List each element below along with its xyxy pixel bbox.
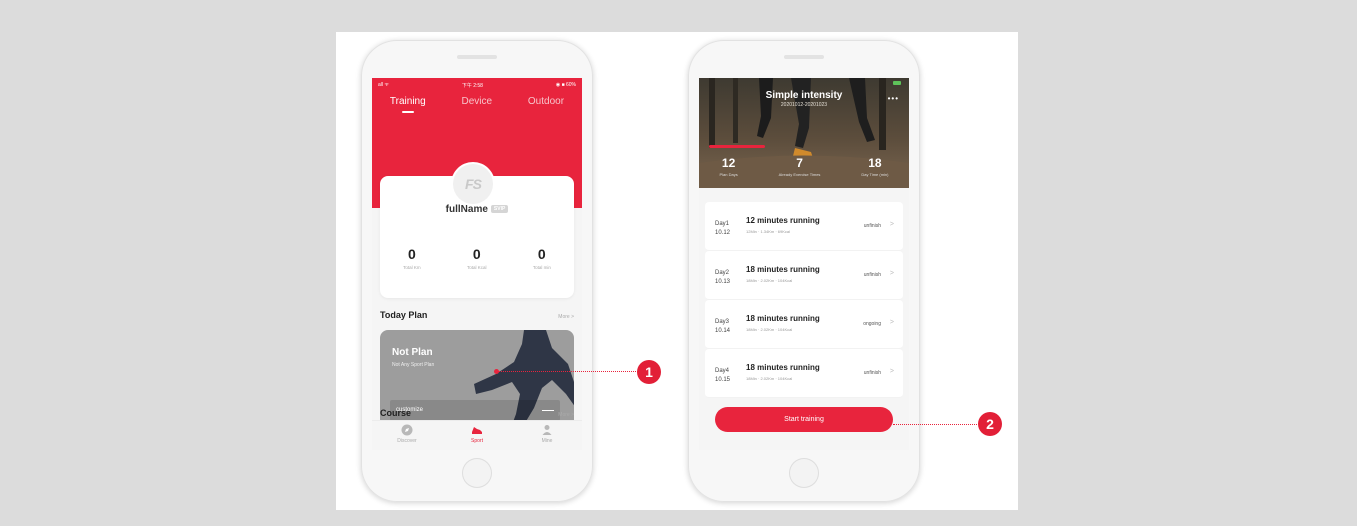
stat-label: Already Exercise Times <box>778 172 821 177</box>
stat-value: 0 <box>408 246 416 262</box>
signal-indicator: all ᯤ <box>378 82 389 88</box>
day-title: 18 minutes running <box>746 265 820 274</box>
callout-line-2 <box>893 424 977 425</box>
day-status: unfinish <box>863 223 881 229</box>
avatar[interactable]: FS <box>453 164 493 204</box>
nav-label: Sport <box>471 438 483 444</box>
stat-value: 18 <box>868 156 882 170</box>
chevron-right-icon: > <box>889 368 894 375</box>
stat-label: Day Time (min) <box>861 172 889 177</box>
profile-name: fullName <box>445 204 488 215</box>
today-plan-more-link[interactable]: More > <box>558 314 574 320</box>
stat-value: 0 <box>537 246 546 262</box>
day-summary: 18Min · 2.02Km · 104Kcal <box>746 327 793 332</box>
phone-speaker <box>457 55 497 59</box>
bottom-nav: Discover Sport Mine <box>372 420 582 450</box>
today-plan-header: Today Plan More > <box>380 310 574 320</box>
callout-line-1 <box>498 371 638 372</box>
day-label: Day3 10.14 <box>715 319 731 334</box>
list-item[interactable]: Day4 10.15 18 minutes running 18Min · 2.0… <box>705 349 903 398</box>
stat-plan-days: 12 Plan Days <box>719 156 737 177</box>
list-item[interactable]: Day3 10.14 18 minutes running 18Min · 2.0… <box>705 300 903 349</box>
home-button[interactable] <box>462 458 492 488</box>
battery-indicator: ◉ ■ 60% <box>555 82 576 88</box>
phone-home-screen: all ᯤ 下午 2:58 ◉ ■ 60% Training Device Ou… <box>361 40 593 502</box>
stat-total-kcal: 0 Total Kcal <box>467 246 487 270</box>
chevron-right-icon: > <box>889 221 894 228</box>
plan-title: Simple intensity <box>765 90 843 101</box>
stat-value: 7 <box>796 156 803 170</box>
day-label: Day1 10.12 <box>715 221 731 236</box>
battery-icon <box>893 81 901 85</box>
stat-label: Total Km <box>403 265 421 270</box>
stat-label: Plan Days <box>719 172 738 177</box>
plan-stats: 12 Plan Days 7 Already Exercise Times 18… <box>699 156 909 177</box>
nav-mine[interactable]: Mine <box>527 424 567 450</box>
course-more-link[interactable]: More > <box>558 412 574 418</box>
phone-plan-screen: Simple intensity 20201012-20201023 ••• 1… <box>688 40 920 502</box>
person-icon <box>542 425 552 435</box>
list-item[interactable]: Day2 10.13 18 minutes running 18Min · 2.0… <box>705 251 903 300</box>
stat-day-time: 18 Day Time (min) <box>861 156 888 177</box>
day-title: 18 minutes running <box>746 363 820 372</box>
list-item[interactable]: Day1 10.12 12 minutes running 12Min · 1.3… <box>705 202 903 251</box>
stat-label: Total Kcal <box>466 265 487 270</box>
plan-hero-banner: Simple intensity 20201012-20201023 ••• 1… <box>699 78 909 188</box>
day-summary: 18Min · 2.02Km · 104Kcal <box>746 376 793 381</box>
compass-icon <box>401 424 413 436</box>
profile-stats: 0 Total Km 0 Total Kcal 0 Total min <box>380 246 574 270</box>
more-menu-icon[interactable]: ••• <box>888 94 899 103</box>
status-time: 下午 2:58 <box>461 82 483 89</box>
stat-total-km: 0 Total Km <box>403 246 421 270</box>
screen-training: all ᯤ 下午 2:58 ◉ ■ 60% Training Device Ou… <box>372 78 582 450</box>
profile-name-row: fullName SVIP <box>380 204 574 215</box>
stat-value: 0 <box>472 246 481 262</box>
today-plan-title: Today Plan <box>380 310 428 320</box>
today-plan-card[interactable]: Not Plan Not Any Sport Plan customize <box>380 330 574 434</box>
day-status: unfinish <box>863 272 881 278</box>
top-tabs: Training Device Outdoor <box>372 92 582 112</box>
plan-progress-bar <box>709 145 765 148</box>
start-training-button[interactable]: Start training <box>715 407 893 432</box>
callout-badge-1: 1 <box>637 360 661 384</box>
nav-sport[interactable]: Sport <box>457 424 497 450</box>
chevron-right-icon: > <box>889 270 894 277</box>
stat-value: 12 <box>721 156 736 170</box>
plan-card-title: Not Plan <box>392 347 433 358</box>
sneaker-icon <box>472 427 482 434</box>
day-status: ongoing <box>863 321 881 327</box>
day-title: 12 minutes running <box>746 216 820 225</box>
home-button[interactable] <box>789 458 819 488</box>
stat-label: Total min <box>532 265 551 270</box>
day-summary: 12Min · 1.34Km · 69Kcal <box>746 229 791 234</box>
nav-discover[interactable]: Discover <box>387 424 427 450</box>
nav-label: Mine <box>541 438 553 444</box>
day-list: Day1 10.12 12 minutes running 12Min · 1.3… <box>705 202 903 398</box>
day-status: unfinish <box>863 370 881 376</box>
callout-badge-2: 2 <box>978 412 1002 436</box>
course-header: Course More > <box>380 408 574 418</box>
avatar-logo: FS <box>465 176 482 192</box>
day-label: Day2 10.13 <box>715 270 731 285</box>
day-title: 18 minutes running <box>746 314 820 323</box>
stat-total-min: 0 Total min <box>533 246 551 270</box>
vip-badge: SVIP <box>490 205 509 214</box>
plan-date-range: 20201012-20201023 <box>780 102 828 108</box>
stat-exercise-times: 7 Already Exercise Times <box>779 156 821 177</box>
course-title: Course <box>380 408 412 418</box>
tab-outdoor[interactable]: Outdoor <box>522 92 570 112</box>
nav-label: Discover <box>397 438 417 444</box>
plan-card-subtitle: Not Any Sport Plan <box>392 362 435 368</box>
tab-training[interactable]: Training <box>384 92 432 112</box>
day-summary: 18Min · 2.02Km · 104Kcal <box>746 278 793 283</box>
day-label: Day4 10.15 <box>715 368 731 383</box>
tab-device[interactable]: Device <box>456 92 499 112</box>
screen-plan-detail: Simple intensity 20201012-20201023 ••• 1… <box>699 78 909 450</box>
phone-speaker <box>784 55 824 59</box>
status-bar: all ᯤ 下午 2:58 ◉ ■ 60% <box>378 81 576 89</box>
chevron-right-icon: > <box>889 319 894 326</box>
